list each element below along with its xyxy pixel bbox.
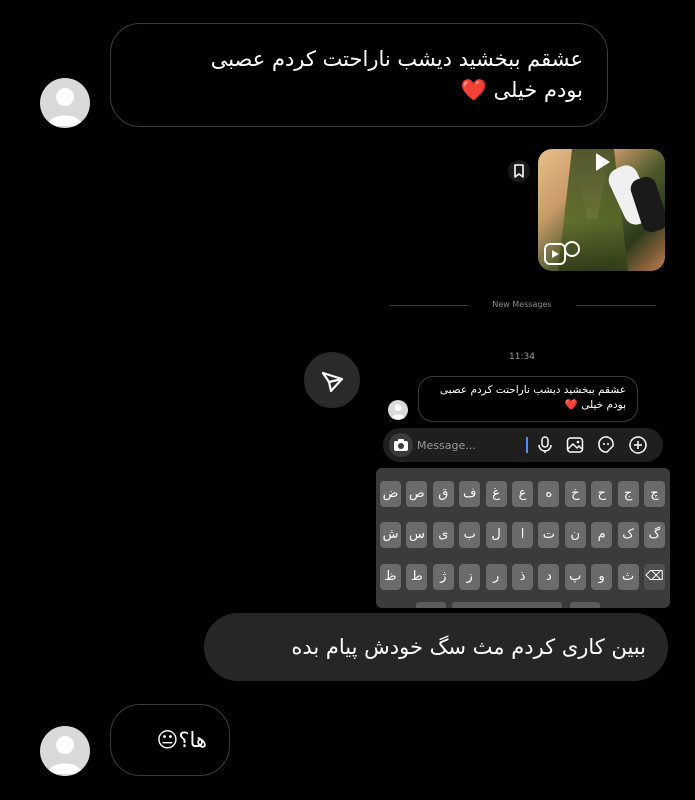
play-icon bbox=[596, 153, 610, 171]
timestamp: 11:34 bbox=[509, 352, 535, 362]
keyboard-key[interactable]: ث bbox=[617, 564, 639, 590]
backspace-key[interactable]: ⌫ bbox=[644, 564, 665, 590]
sticker-button[interactable] bbox=[596, 435, 616, 455]
message-text-line: بودم خیلی bbox=[493, 78, 584, 102]
contact-avatar[interactable] bbox=[40, 726, 90, 776]
heart-emoji: ❤️ bbox=[564, 399, 578, 411]
incoming-message-bubble[interactable]: عشقم ببخشید دیشب ناراحتت کردم عصبی بودم … bbox=[110, 23, 608, 127]
microphone-icon bbox=[538, 436, 552, 453]
keyboard-spacebar[interactable] bbox=[452, 602, 562, 608]
microphone-button[interactable] bbox=[535, 435, 555, 455]
keyboard-key[interactable]: چ bbox=[644, 481, 665, 507]
keyboard-key[interactable]: ب bbox=[459, 522, 481, 548]
keyboard-key[interactable]: و bbox=[591, 564, 613, 590]
sticker-icon bbox=[598, 436, 614, 453]
image-icon bbox=[566, 437, 584, 453]
message-text-line: عشقم ببخشید دیشب ناراحتت کردم عصبی bbox=[210, 47, 583, 71]
reels-icon bbox=[544, 243, 566, 265]
keyboard-key[interactable]: ت bbox=[538, 522, 560, 548]
share-button[interactable] bbox=[304, 352, 360, 408]
keyboard-key[interactable]: ر bbox=[485, 564, 507, 590]
bookmark-icon[interactable] bbox=[508, 160, 530, 182]
keyboard-key[interactable]: ش bbox=[380, 522, 401, 548]
keyboard-key[interactable]: ی bbox=[432, 522, 454, 548]
new-messages-label: New Messages bbox=[492, 300, 552, 309]
contact-avatar[interactable] bbox=[40, 78, 90, 128]
keyboard-key[interactable]: ط bbox=[406, 564, 428, 590]
shared-reel-thumbnail[interactable] bbox=[538, 149, 665, 271]
keyboard-key[interactable]: س bbox=[406, 522, 428, 548]
keyboard-key[interactable]: ا bbox=[512, 522, 533, 548]
keyboard-key[interactable]: ز bbox=[459, 564, 481, 590]
preview-message-bubble: عشقم ببخشید دیشب ناراحتت کردم عصبی بودم … bbox=[418, 376, 638, 422]
keyboard-key-bottom[interactable] bbox=[570, 602, 600, 608]
text-caret bbox=[526, 437, 528, 453]
keyboard-key[interactable]: ل bbox=[485, 522, 507, 548]
keyboard-key[interactable]: ح bbox=[591, 481, 613, 507]
neutral-face-emoji: 😐 bbox=[156, 728, 179, 752]
add-button[interactable] bbox=[628, 435, 648, 455]
keyboard-key-bottom[interactable] bbox=[416, 602, 446, 608]
divider-line bbox=[390, 305, 468, 306]
persian-keyboard: چ ج ح خ ه ع غ ف ق ص ض گ ک م ن ت ا ل ب ی س ش ⌫ ث و پ د ذ ر ز ژ ط ظ bbox=[376, 468, 670, 608]
keyboard-key[interactable]: ظ bbox=[380, 564, 401, 590]
keyboard-key[interactable]: ق bbox=[432, 481, 454, 507]
divider-line bbox=[576, 305, 656, 306]
keyboard-key[interactable]: م bbox=[591, 522, 613, 548]
keyboard-key[interactable]: د bbox=[538, 564, 560, 590]
incoming-message-bubble[interactable]: ها؟😐 bbox=[110, 704, 230, 776]
reel-ring-icon bbox=[564, 241, 580, 257]
contact-avatar-small bbox=[388, 400, 408, 420]
preview-text-line: عشقم ببخشید دیشب ناراحتت کردم عصبی bbox=[439, 384, 626, 396]
plus-icon bbox=[629, 436, 647, 454]
message-input[interactable] bbox=[417, 434, 517, 456]
keyboard-key[interactable]: ن bbox=[564, 522, 586, 548]
keyboard-key[interactable]: ژ bbox=[432, 564, 454, 590]
keyboard-key[interactable]: ض bbox=[380, 481, 401, 507]
send-icon bbox=[321, 371, 344, 393]
keyboard-key[interactable]: ع bbox=[512, 481, 533, 507]
keyboard-key[interactable]: ک bbox=[617, 522, 639, 548]
heart-emoji: ❤️ bbox=[460, 78, 487, 102]
gallery-button[interactable] bbox=[565, 435, 585, 455]
keyboard-key[interactable]: ص bbox=[406, 481, 428, 507]
message-text: ها؟ bbox=[178, 728, 207, 752]
keyboard-key[interactable]: ج bbox=[617, 481, 639, 507]
keyboard-key[interactable]: غ bbox=[485, 481, 507, 507]
message-text: ببین کاری کردم مث سگ خودش پیام بده bbox=[291, 635, 646, 659]
keyboard-key[interactable]: خ bbox=[564, 481, 586, 507]
outgoing-message-bubble[interactable]: ببین کاری کردم مث سگ خودش پیام بده bbox=[204, 613, 668, 681]
keyboard-key[interactable]: ذ bbox=[512, 564, 533, 590]
preview-text-line: بودم خیلی bbox=[581, 399, 626, 411]
keyboard-key[interactable]: گ bbox=[644, 522, 665, 548]
camera-icon bbox=[394, 439, 408, 451]
message-composer bbox=[383, 428, 663, 462]
keyboard-key[interactable]: پ bbox=[564, 564, 586, 590]
keyboard-key[interactable]: ف bbox=[459, 481, 481, 507]
camera-button[interactable] bbox=[389, 433, 413, 457]
keyboard-key[interactable]: ه bbox=[538, 481, 560, 507]
